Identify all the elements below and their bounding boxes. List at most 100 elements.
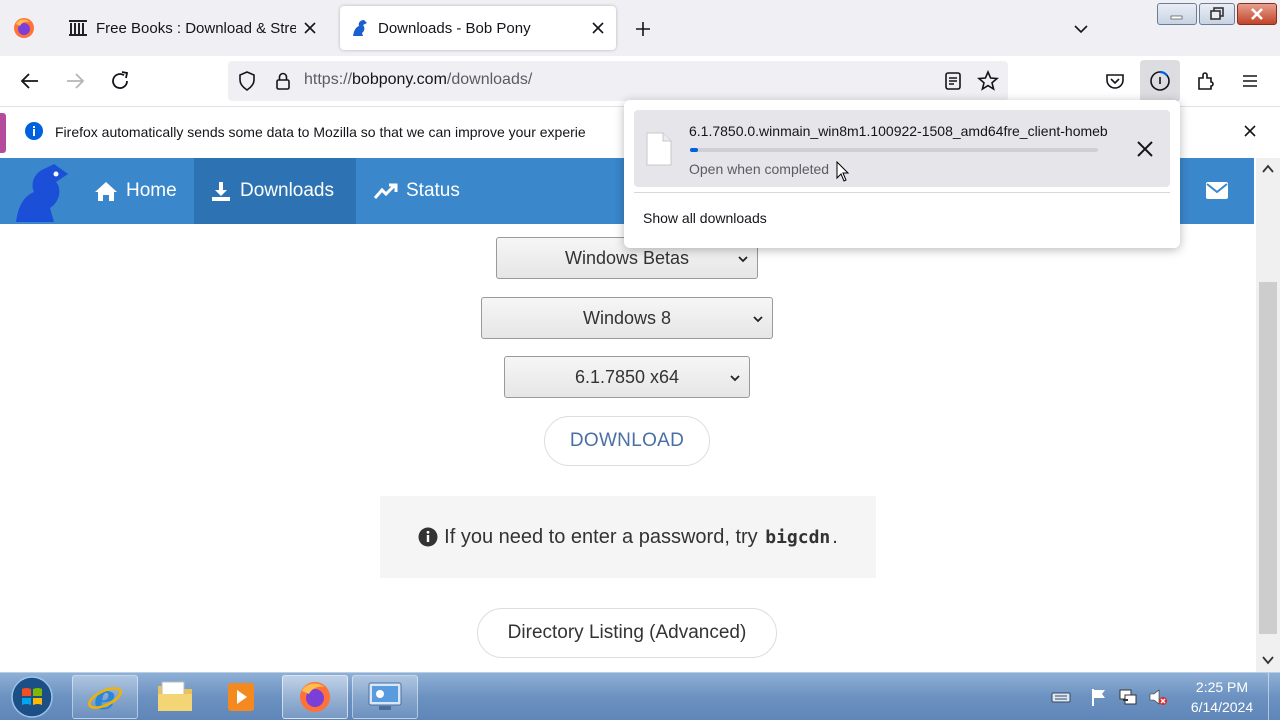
nav-downloads-label: Downloads <box>240 180 334 201</box>
nav-home-link[interactable]: Home <box>78 158 193 224</box>
show-all-downloads-button[interactable]: Show all downloads <box>643 210 767 226</box>
info-icon <box>25 122 43 140</box>
reload-icon[interactable] <box>108 69 132 93</box>
page-scrollbar[interactable] <box>1256 158 1280 672</box>
system-window-icon <box>368 682 402 710</box>
taskbar-firefox[interactable] <box>282 675 348 719</box>
url-prefix: https:// <box>304 71 353 88</box>
tab-strip: Free Books : Download & Strea Downloads … <box>0 0 1280 56</box>
minimize-window-button[interactable] <box>1157 3 1197 25</box>
tab-free-books[interactable]: Free Books : Download & Strea <box>58 6 328 50</box>
close-tab-icon[interactable] <box>590 20 606 36</box>
taskbar-internet-explorer[interactable]: e <box>72 675 138 719</box>
nav-downloads-link[interactable]: Downloads <box>194 158 356 224</box>
folder-icon <box>158 681 192 711</box>
internet-explorer-icon: e <box>88 679 122 715</box>
tab-downloads-bob-pony[interactable]: Downloads - Bob Pony <box>340 6 616 50</box>
svg-text:e: e <box>94 679 116 715</box>
url-path: /downloads/ <box>446 71 533 88</box>
os-select-value: Windows 8 <box>582 307 672 328</box>
nav-home-label: Home <box>126 180 177 201</box>
close-notification-icon[interactable] <box>1243 124 1257 138</box>
windows-start-icon <box>11 676 53 718</box>
media-player-icon <box>228 683 254 711</box>
password-code: bigcdn <box>765 526 831 548</box>
password-note: If you need to enter a password, try big… <box>380 496 876 578</box>
bob-pony-icon <box>353 20 367 36</box>
action-center-flag-icon[interactable] <box>1089 687 1109 707</box>
taskbar-control-panel[interactable] <box>352 675 418 719</box>
trending-up-icon <box>374 183 398 199</box>
url-domain: bobpony.com <box>352 71 447 88</box>
close-window-button[interactable] <box>1237 3 1277 25</box>
panel-divider <box>634 192 1170 193</box>
home-icon <box>95 182 117 201</box>
network-icon[interactable] <box>1118 687 1138 707</box>
close-icon <box>1251 8 1263 20</box>
envelope-icon[interactable] <box>1206 182 1228 199</box>
bookmark-star-icon[interactable] <box>976 69 1000 93</box>
lock-icon[interactable] <box>271 69 295 93</box>
scroll-up-icon[interactable] <box>1262 164 1274 174</box>
downloads-button[interactable] <box>1140 60 1180 102</box>
download-progress-icon <box>1150 70 1170 91</box>
system-clock[interactable]: 2:25 PM 6/14/2024 <box>1180 677 1264 717</box>
os-select[interactable]: Windows 8 <box>481 297 773 339</box>
tab-title: Downloads - Bob Pony <box>378 19 531 37</box>
restore-icon <box>1210 7 1224 20</box>
firefox-icon <box>300 682 330 712</box>
start-button[interactable] <box>8 674 56 720</box>
windows-taskbar: e 2:25 PM 6/14/2024 <box>0 672 1280 721</box>
navigation-toolbar: https://bobpony.com/downloads/ <box>0 56 1280 106</box>
taskbar-explorer[interactable] <box>142 675 208 719</box>
clock-date: 6/14/2024 <box>1190 699 1254 715</box>
new-tab-icon[interactable] <box>632 18 654 40</box>
download-filename: 6.1.7850.0.winmain_win8m1.100922-1508_am… <box>689 123 1108 139</box>
download-status: Open when completed <box>689 161 830 177</box>
forward-icon[interactable] <box>63 69 87 93</box>
download-progress-fill <box>690 148 699 152</box>
archive-org-icon <box>69 20 87 36</box>
password-note-text: If you need to enter a password, try <box>444 525 758 548</box>
url-text[interactable]: https://bobpony.com/downloads/ <box>304 71 532 89</box>
file-icon <box>646 132 672 166</box>
show-desktop-button[interactable] <box>1268 673 1280 721</box>
cancel-download-icon[interactable] <box>1136 140 1154 158</box>
download-progress-bar <box>690 148 1098 152</box>
scroll-down-icon[interactable] <box>1262 655 1274 665</box>
hamburger-menu-icon[interactable] <box>1238 69 1262 93</box>
build-select-value: 6.1.7850 x64 <box>574 366 680 387</box>
scroll-thumb[interactable] <box>1259 282 1277 634</box>
nav-status-link[interactable]: Status <box>358 158 476 224</box>
download-item[interactable]: 6.1.7850.0.winmain_win8m1.100922-1508_am… <box>634 110 1170 187</box>
directory-listing-button[interactable]: Directory Listing (Advanced) <box>477 608 777 658</box>
build-select[interactable]: 6.1.7850 x64 <box>504 356 750 398</box>
close-tab-icon[interactable] <box>302 20 318 36</box>
firefox-view-icon[interactable] <box>12 16 36 40</box>
tab-title: Free Books : Download & Strea <box>96 19 296 37</box>
notification-accent <box>0 113 6 153</box>
speaker-muted-icon[interactable] <box>1148 687 1168 707</box>
minimize-icon <box>1170 15 1183 20</box>
chevron-down-icon <box>730 375 740 382</box>
keyboard-icon[interactable] <box>1051 687 1071 707</box>
extensions-icon[interactable] <box>1194 69 1218 93</box>
download-icon <box>212 182 230 201</box>
pocket-icon[interactable] <box>1103 69 1127 93</box>
clock-time: 2:25 PM <box>1195 679 1249 695</box>
shield-icon[interactable] <box>235 69 259 93</box>
chevron-down-icon <box>738 256 748 263</box>
back-icon[interactable] <box>18 69 42 93</box>
download-button[interactable]: DOWNLOAD <box>544 416 710 466</box>
taskbar-media-player[interactable] <box>208 675 274 719</box>
chevron-down-icon <box>753 316 763 323</box>
nav-status-label: Status <box>406 180 460 201</box>
chevron-down-icon[interactable] <box>1070 18 1092 40</box>
restore-window-button[interactable] <box>1199 3 1235 25</box>
downloads-panel: 6.1.7850.0.winmain_win8m1.100922-1508_am… <box>624 100 1180 248</box>
category-select-value: Windows Betas <box>564 247 690 268</box>
password-note-end: . <box>832 525 838 548</box>
notification-text: Firefox automatically sends some data to… <box>55 124 586 140</box>
reader-view-icon[interactable] <box>941 69 965 93</box>
bob-pony-logo[interactable] <box>10 162 72 224</box>
